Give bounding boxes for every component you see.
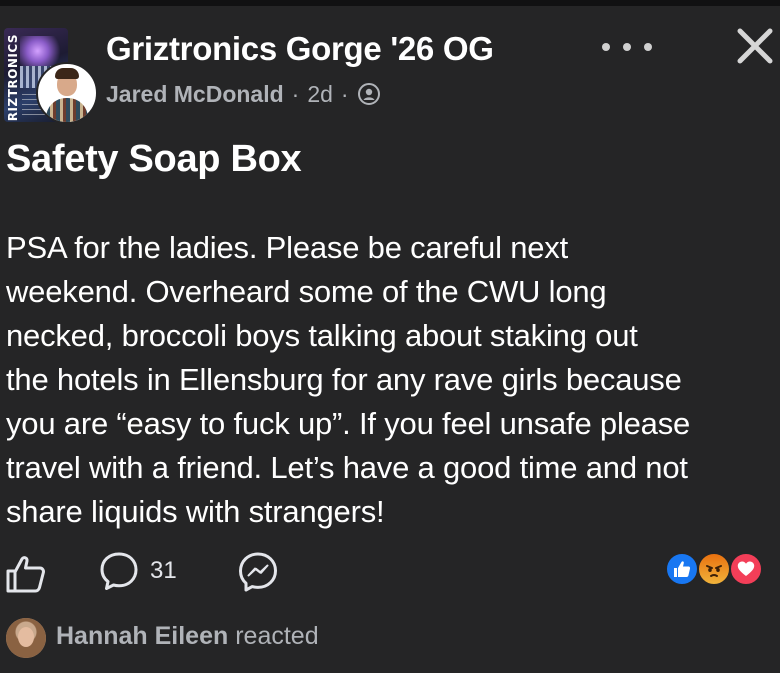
post-body-line: share liquids with strangers! bbox=[6, 494, 385, 529]
thumbs-up-icon bbox=[6, 556, 45, 593]
like-button[interactable] bbox=[4, 551, 48, 595]
author-name[interactable]: Jared McDonald bbox=[106, 81, 284, 108]
love-reaction-icon bbox=[729, 552, 763, 586]
post-body: PSA for the ladies. Please be careful ne… bbox=[6, 226, 776, 534]
comment-button[interactable]: 31 bbox=[98, 549, 177, 593]
more-dot bbox=[623, 43, 631, 51]
more-dot bbox=[602, 43, 610, 51]
reacted-suffix: reacted bbox=[235, 622, 319, 650]
comment-icon bbox=[100, 552, 138, 590]
comment-count: 31 bbox=[150, 557, 177, 584]
more-options-button[interactable] bbox=[602, 32, 652, 62]
more-dot bbox=[644, 43, 652, 51]
group-members-icon bbox=[357, 82, 381, 106]
meta-separator-2: · bbox=[340, 80, 349, 107]
like-reaction-icon bbox=[665, 552, 699, 586]
post-time[interactable]: 2d bbox=[307, 81, 333, 108]
reactor-face bbox=[18, 627, 34, 647]
post-body-line: you are “easy to fuck up”. If you feel u… bbox=[6, 406, 691, 441]
post-meta: Jared McDonald · 2d · bbox=[106, 80, 381, 108]
angry-reaction-icon bbox=[697, 552, 731, 586]
reactor-name: Hannah Eileen bbox=[56, 622, 229, 650]
reactor-avatar[interactable] bbox=[6, 618, 46, 658]
cover-glow bbox=[20, 36, 64, 66]
post-title: Safety Soap Box bbox=[6, 138, 302, 180]
reacted-notice[interactable]: Hannah Eileen reacted bbox=[56, 622, 319, 651]
avatar-shirt bbox=[46, 98, 88, 122]
post-body-line: necked, broccoli boys talking about stak… bbox=[6, 318, 638, 353]
cover-logo-text: GRIZTRONICS bbox=[6, 34, 20, 122]
author-avatar[interactable] bbox=[36, 62, 98, 124]
status-strip bbox=[0, 0, 780, 6]
post-body-line: travel with a friend. Let’s have a good … bbox=[6, 450, 688, 485]
post-body-line: the hotels in Ellensburg for any rave gi… bbox=[6, 362, 682, 397]
close-button[interactable] bbox=[733, 24, 777, 68]
post-body-line: weekend. Overheard some of the CWU long bbox=[6, 274, 607, 309]
messenger-share-button[interactable] bbox=[236, 550, 280, 594]
post-view: GRIZTRONICS Griztronics Gorge '26 OG Jar… bbox=[0, 0, 780, 673]
meta-separator: · bbox=[291, 80, 300, 107]
reaction-summary[interactable] bbox=[663, 550, 773, 590]
avatar-hair bbox=[55, 68, 79, 79]
post-body-line: PSA for the ladies. Please be careful ne… bbox=[6, 230, 568, 265]
group-name[interactable]: Griztronics Gorge '26 OG bbox=[106, 30, 494, 68]
messenger-icon bbox=[239, 552, 277, 592]
close-icon bbox=[737, 28, 773, 64]
